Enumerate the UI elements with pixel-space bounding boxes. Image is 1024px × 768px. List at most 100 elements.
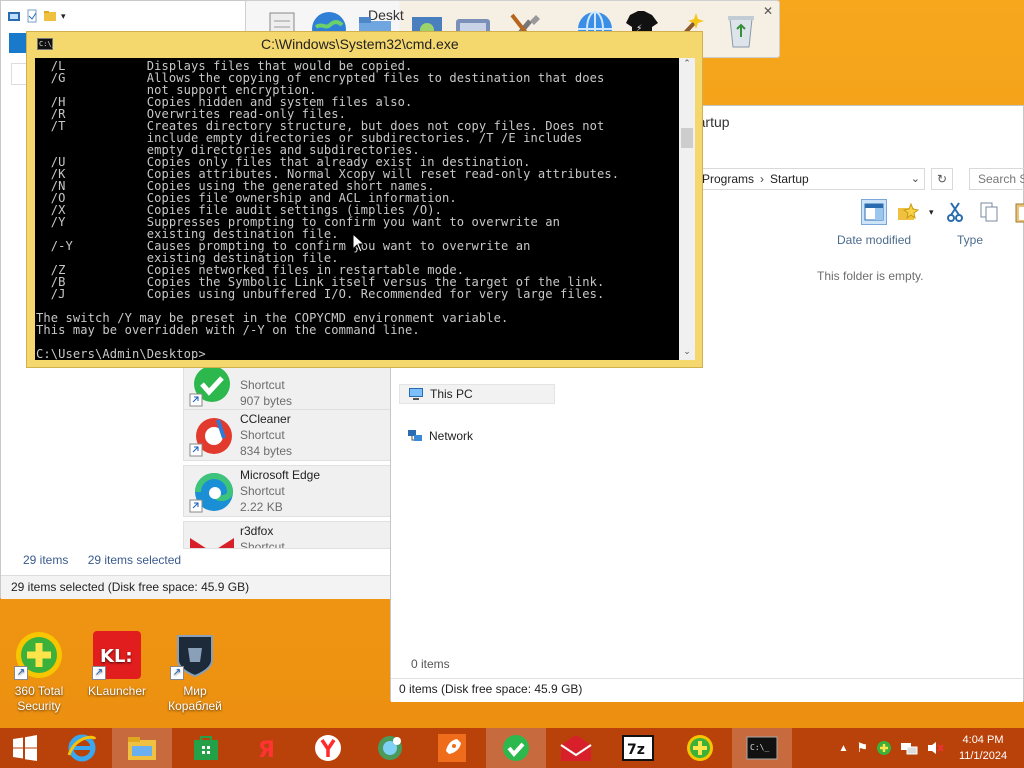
start-button[interactable] — [0, 728, 50, 768]
column-date-modified[interactable]: Date modified — [837, 233, 911, 247]
yandex-browser-icon — [315, 735, 341, 761]
list-item[interactable]: r3dfox Shortcut — [183, 521, 391, 549]
klauncher-icon: KL: ↗ — [92, 630, 142, 680]
item-size: 834 bytes — [240, 444, 293, 458]
empty-folder-message: This folder is empty. — [817, 269, 924, 283]
desktop-icon-360[interactable]: ↗ 360 Total Security — [4, 630, 74, 714]
flag-icon[interactable]: ⚑ — [856, 740, 868, 756]
item-count: 0 items — [411, 657, 450, 671]
volume-muted-icon[interactable] — [926, 740, 944, 756]
shortcut-arrow-icon: ↗ — [170, 666, 184, 680]
item-count: 29 items — [23, 553, 69, 567]
cmd-window: C:\_ C:\Windows\System32\cmd.exe /L Disp… — [26, 31, 703, 368]
taskbar-mail[interactable] — [546, 728, 606, 768]
taskbar-360[interactable] — [670, 728, 730, 768]
ccleaner-icon — [189, 418, 232, 457]
item-type: Shortcut — [240, 378, 285, 392]
store-icon — [194, 736, 218, 760]
check-shield-icon — [503, 735, 529, 761]
taskbar: Я 7z C:\_ ▲ ⚑ 4:04 PM 11/1/2024 — [0, 728, 1024, 768]
svg-text:C:\_: C:\_ — [750, 743, 769, 752]
clock-time: 4:04 PM — [962, 734, 1004, 746]
ribbon-toolbar: ▾ — [861, 199, 1024, 225]
taskbar-yandex-browser[interactable] — [298, 728, 358, 768]
window-app-icon — [8, 12, 20, 21]
taskbar-globe-app[interactable] — [360, 728, 420, 768]
folder-options-icon[interactable] — [895, 199, 921, 225]
clock-date: 11/1/2024 — [958, 750, 1008, 762]
cmd-console[interactable]: /L Displays files that would be copied. … — [35, 58, 679, 360]
new-folder-icon[interactable] — [43, 9, 57, 23]
address-dropdown-icon[interactable]: ⌄ — [911, 169, 920, 189]
properties-icon[interactable] — [25, 9, 39, 23]
taskbar-explorer[interactable] — [112, 728, 172, 768]
check-shield-icon — [189, 366, 230, 407]
options-dropdown-icon[interactable]: ▾ — [929, 207, 934, 218]
left-status-counts: 29 items 29 items selected — [23, 553, 197, 567]
taskbar-check-shield[interactable] — [486, 728, 546, 768]
mouse-cursor-icon — [352, 233, 366, 253]
globe-app-icon — [378, 736, 402, 760]
breadcrumb[interactable]: Programs › Startup ⌄ — [691, 168, 925, 190]
tray-360-icon[interactable] — [876, 740, 892, 756]
shortcut-arrow-icon: ↗ — [14, 666, 28, 680]
breadcrumb-startup[interactable]: Startup — [770, 172, 809, 186]
edge-icon — [189, 473, 234, 513]
computer-icon — [409, 388, 423, 400]
item-type: Shortcut — [240, 540, 285, 549]
taskbar-rocket[interactable] — [422, 728, 482, 768]
item-type: Shortcut — [240, 428, 285, 442]
ie-icon — [67, 734, 97, 762]
tray-expand-icon[interactable]: ▲ — [838, 743, 848, 754]
close-icon[interactable]: ✕ — [763, 4, 773, 18]
item-name: r3dfox — [240, 524, 274, 538]
breadcrumb-programs[interactable]: Programs — [702, 172, 754, 186]
scroll-thumb[interactable] — [681, 128, 693, 148]
scroll-down-icon[interactable]: ⌄ — [679, 346, 695, 360]
cmd-scrollbar[interactable]: ⌃ ⌄ — [679, 58, 695, 360]
taskbar-ie[interactable] — [52, 728, 112, 768]
cut-icon[interactable] — [942, 199, 968, 225]
taskbar-7zip[interactable]: 7z — [608, 728, 668, 768]
refresh-button[interactable]: ↻ — [931, 168, 953, 190]
scroll-up-icon[interactable]: ⌃ — [679, 58, 695, 72]
svg-text:Я: Я — [258, 738, 275, 762]
network-status-icon[interactable] — [900, 740, 918, 756]
preview-pane-icon[interactable] — [861, 199, 887, 225]
paste-icon[interactable] — [1010, 199, 1024, 225]
svg-text:KL:: KL: — [100, 646, 133, 667]
nav-this-pc[interactable]: This PC — [399, 384, 555, 404]
cmd-icon: C:\_ — [746, 736, 778, 760]
right-status-bar: 0 items (Disk free space: 45.9 GB) — [391, 678, 1023, 702]
mail-icon — [560, 735, 592, 761]
nav-network[interactable]: Network — [399, 426, 481, 446]
rocket-icon — [438, 734, 466, 762]
left-status-bar: 29 items selected (Disk free space: 45.9… — [1, 575, 401, 599]
taskbar-store[interactable] — [176, 728, 236, 768]
item-name: Microsoft Edge — [240, 468, 321, 482]
cmd-title: C:\Windows\System32\cmd.exe — [261, 36, 459, 52]
selected-count: 29 items selected — [87, 553, 182, 567]
taskbar-yandex[interactable]: Я — [236, 728, 296, 768]
explorer-icon — [128, 737, 156, 760]
clock[interactable]: 4:04 PM 11/1/2024 — [952, 732, 1014, 764]
yandex-icon: Я — [258, 738, 275, 762]
recycle-bin-icon[interactable] — [720, 7, 762, 53]
cmd-titlebar: C:\_ C:\Windows\System32\cmd.exe — [27, 32, 702, 58]
search-input[interactable]: Search St — [969, 168, 1024, 190]
plus-shield-icon: ↗ — [14, 630, 64, 680]
list-item[interactable]: Microsoft Edge Shortcut 2.22 KB — [183, 465, 391, 517]
breadcrumb-separator-icon: › — [760, 172, 765, 186]
desktop-icon-label: KLauncher — [87, 684, 147, 698]
nav-label: Network — [429, 429, 474, 443]
svg-text:7z: 7z — [627, 742, 645, 758]
copy-icon[interactable] — [976, 199, 1002, 225]
desktop-icon-klauncher[interactable]: KL: ↗ KLauncher — [82, 630, 152, 699]
taskbar-cmd[interactable]: C:\_ — [732, 728, 792, 768]
desktop-icon-label: 360 Total Security — [14, 684, 64, 713]
desktop-icon-mir-korabley[interactable]: ↗ Мир Кораблей — [160, 630, 230, 714]
list-item[interactable]: CCleaner Shortcut 834 bytes — [183, 409, 391, 461]
item-name: CCleaner — [240, 412, 291, 426]
column-type[interactable]: Type — [957, 233, 983, 247]
quick-access-dropdown-icon[interactable]: ▾ — [61, 11, 66, 22]
